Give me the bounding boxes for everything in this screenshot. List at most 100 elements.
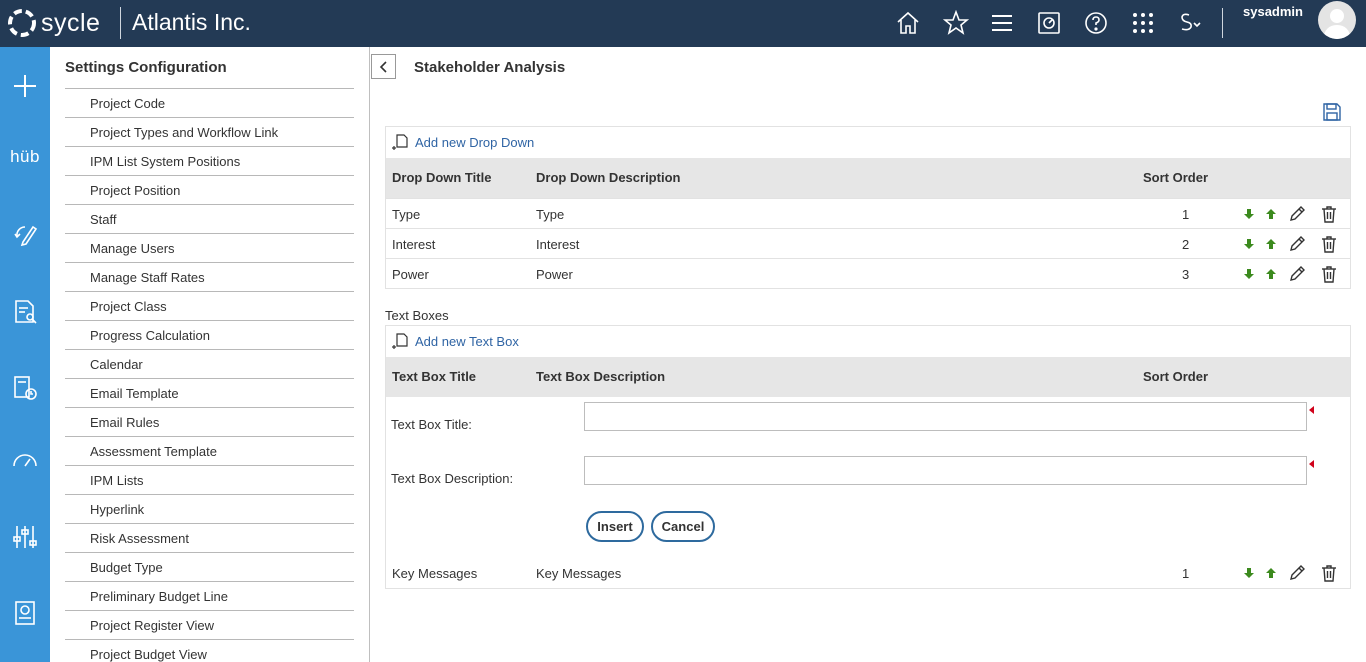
row-description: Type [536,207,565,222]
settings-item[interactable]: IPM List System Positions [65,146,354,175]
settings-item[interactable]: Progress Calculation [65,320,354,349]
row-title: Power [392,267,429,282]
s-dropdown-icon[interactable] [1174,7,1206,39]
username[interactable]: sysadmin [1243,4,1303,19]
move-down-icon[interactable] [1239,264,1259,284]
edit-pencil-icon[interactable] [1287,204,1307,224]
required-marker-icon [1309,406,1314,414]
header-sort-order[interactable]: Sort Order [1143,170,1208,185]
settings-item[interactable]: Project Register View [65,610,354,639]
app-logo[interactable]: sycle [6,6,100,40]
settings-item[interactable]: Manage Staff Rates [65,262,354,291]
move-up-icon[interactable] [1261,264,1281,284]
cancel-button[interactable]: Cancel [651,511,715,542]
add-dropdown-label: Add new Drop Down [415,135,535,150]
hub-link[interactable]: hüb [0,137,50,177]
header-sort-order[interactable]: Sort Order [1143,369,1208,384]
delete-trash-icon[interactable] [1319,264,1339,284]
add-dropdown-link[interactable]: Add new Drop Down [392,134,534,151]
add-textbox-link[interactable]: Add new Text Box [392,333,519,350]
header-description[interactable]: Text Box Description [536,369,665,384]
header-title[interactable]: Drop Down Title [392,170,491,185]
settings-item[interactable]: Project Code [65,88,354,117]
edit-pencil-icon[interactable] [1287,264,1307,284]
settings-item[interactable]: Preliminary Budget Line [65,581,354,610]
row-sort-order: 1 [1182,207,1190,222]
textbox-title-input[interactable] [584,402,1307,431]
delete-trash-icon[interactable] [1319,234,1339,254]
save-icon[interactable] [1322,102,1342,122]
move-down-icon[interactable] [1239,204,1259,224]
row-sort-order: 2 [1182,237,1190,252]
brand-name: sycle [41,8,101,37]
star-icon[interactable] [940,7,972,39]
settings-item[interactable]: Email Template [65,378,354,407]
delete-trash-icon[interactable] [1319,563,1339,583]
settings-item[interactable]: Project Class [65,291,354,320]
textbox-description-label: Text Box Description: [391,471,514,486]
move-up-icon[interactable] [1261,234,1281,254]
edit-pencil-icon[interactable] [1287,234,1307,254]
move-down-icon[interactable] [1239,563,1259,583]
settings-title: Settings Configuration [65,59,227,76]
plus-icon[interactable] [0,66,50,106]
settings-item[interactable]: Manage Users [65,233,354,262]
page-title: Stakeholder Analysis [414,59,566,76]
help-icon[interactable] [1080,7,1112,39]
table-row: Key Messages Key Messages 1 [386,558,1350,588]
dropdown-grid-header: Drop Down Title Drop Down Description So… [386,158,1350,198]
document-search-icon[interactable] [0,292,50,332]
header-title[interactable]: Text Box Title [392,369,476,384]
main-content: Stakeholder Analysis Add new Drop Down D… [371,47,1366,662]
apps-grid-icon[interactable] [1127,7,1159,39]
settings-item[interactable]: IPM Lists [65,465,354,494]
gauge-icon[interactable] [0,442,50,482]
row-description: Power [536,267,573,282]
delete-trash-icon[interactable] [1319,204,1339,224]
header-description[interactable]: Drop Down Description [536,170,680,185]
row-sort-order: 1 [1182,566,1190,581]
header-divider [120,7,121,39]
move-down-icon[interactable] [1239,234,1259,254]
form-buttons-row: Insert Cancel [386,505,1350,558]
settings-item[interactable]: Assessment Template [65,436,354,465]
settings-item[interactable]: Budget Type [65,552,354,581]
settings-item[interactable]: Staff [65,204,354,233]
back-button[interactable] [371,54,396,79]
home-icon[interactable] [892,7,924,39]
add-textbox-row: Add new Text Box [386,326,1350,357]
edit-pencil-icon[interactable] [1287,563,1307,583]
move-up-icon[interactable] [1261,563,1281,583]
textbox-description-input[interactable] [584,456,1307,485]
refresh-edit-icon[interactable] [0,214,50,254]
row-title: Type [392,207,421,222]
text-boxes-label: Text Boxes [385,308,449,323]
calculator-clock-icon[interactable] [0,368,50,408]
textbox-title-row: Text Box Title: [386,397,1350,451]
row-description: Key Messages [536,566,622,581]
settings-item[interactable]: Risk Assessment [65,523,354,552]
settings-item[interactable]: Project Position [65,175,354,204]
sliders-icon[interactable] [0,517,50,557]
dropdown-section: Add new Drop Down Drop Down Title Drop D… [385,126,1351,289]
insert-button[interactable]: Insert [586,511,644,542]
avatar[interactable] [1318,1,1356,39]
left-rail: hüb [0,47,50,662]
add-document-icon [392,134,408,150]
settings-item[interactable]: Hyperlink [65,494,354,523]
settings-item[interactable]: Calendar [65,349,354,378]
move-up-icon[interactable] [1261,204,1281,224]
add-document-icon [392,333,408,349]
menu-icon[interactable] [986,7,1018,39]
company-name: Atlantis Inc. [132,9,251,35]
settings-item[interactable]: Project Budget View [65,639,354,662]
settings-list: Project Code Project Types and Workflow … [65,88,354,662]
table-row: Interest Interest 2 [386,228,1350,258]
dashboard-icon[interactable] [1033,7,1065,39]
hub-label: hüb [10,147,40,166]
chevron-left-icon [379,60,387,73]
logo-ring-icon [8,9,36,37]
settings-item[interactable]: Email Rules [65,407,354,436]
settings-item[interactable]: Project Types and Workflow Link [65,117,354,146]
report-icon[interactable] [0,593,50,633]
